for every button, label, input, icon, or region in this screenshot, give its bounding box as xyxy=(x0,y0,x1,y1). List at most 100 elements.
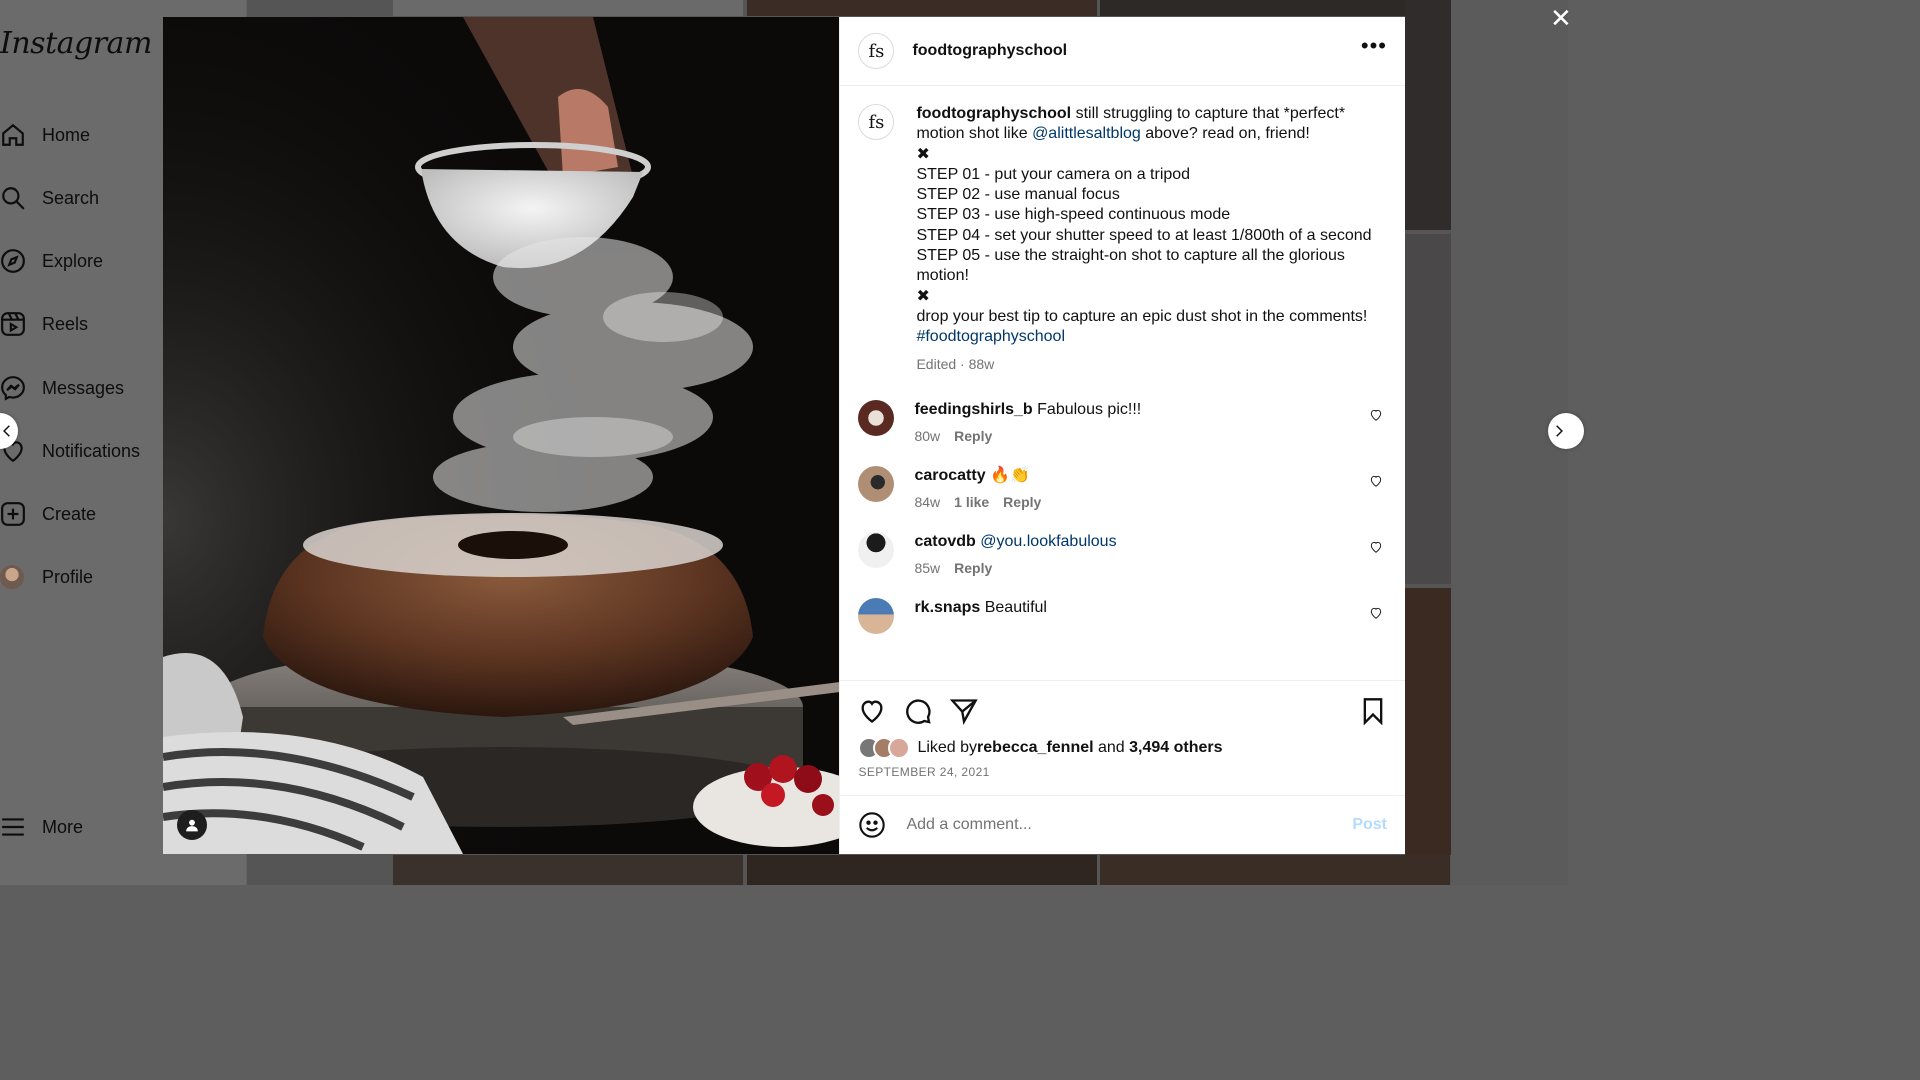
nav-home[interactable]: Home xyxy=(0,115,90,155)
chevron-left-icon xyxy=(0,424,14,438)
background-tile xyxy=(1405,234,1451,584)
more-options-icon[interactable]: ••• xyxy=(1361,35,1387,61)
avatar-monogram: fs xyxy=(868,40,885,62)
background-tile xyxy=(1405,0,1451,230)
commenter-username[interactable]: rk.snaps xyxy=(914,599,980,616)
comment-text: Beautiful xyxy=(984,598,1047,616)
nav-profile[interactable]: Profile xyxy=(0,557,93,597)
nav-label: Profile xyxy=(42,566,94,587)
liked-by-mid: and xyxy=(1093,739,1130,756)
comment-bubble-icon[interactable] xyxy=(904,697,932,725)
nav-more[interactable]: More xyxy=(0,807,83,847)
share-paper-plane-icon[interactable] xyxy=(950,697,979,725)
commenter-avatar[interactable] xyxy=(858,597,895,634)
background-tile xyxy=(1100,0,1450,16)
nav-messages[interactable]: Messages xyxy=(0,368,124,408)
author-username[interactable]: foodtographyschool xyxy=(912,42,1067,60)
post-comment-button[interactable]: Post xyxy=(1352,816,1387,834)
mention-link[interactable]: @you.lookfabulous xyxy=(980,533,1116,550)
liked-by: Liked by rebecca_fennel and 3,494 others xyxy=(858,737,1387,759)
nav-label: Reels xyxy=(42,313,89,334)
comment: rk.snaps Beautiful xyxy=(858,597,1387,634)
liked-by-user[interactable]: rebecca_fennel xyxy=(977,739,1094,757)
comment: feedingshirls_b Fabulous pic!!! 80w Reply xyxy=(858,399,1387,446)
comment-likes[interactable]: 1 like xyxy=(954,494,989,510)
post-actions: Liked by rebecca_fennel and 3,494 others… xyxy=(840,680,1405,795)
post-date[interactable]: SEPTEMBER 24, 2021 xyxy=(858,765,1387,779)
home-icon xyxy=(0,120,30,150)
author-avatar[interactable]: fs xyxy=(858,33,895,69)
compass-icon xyxy=(0,246,30,276)
background-tile xyxy=(393,855,743,885)
comments-list: fs foodtographyschool still struggling t… xyxy=(840,86,1405,680)
bundt-cake-dusting-photo xyxy=(163,17,840,854)
comment-input[interactable] xyxy=(904,815,1353,835)
nav-notifications[interactable]: Notifications xyxy=(0,431,140,471)
commenter-username[interactable]: catovdb xyxy=(914,533,975,550)
commenter-username[interactable]: feedingshirls_b xyxy=(914,401,1032,418)
nav-label: Home xyxy=(42,124,91,145)
author-avatar[interactable]: fs xyxy=(858,104,895,140)
background-tile xyxy=(393,0,743,16)
comment-like-heart-icon[interactable] xyxy=(1369,540,1383,559)
chevron-right-icon xyxy=(1552,424,1566,438)
commenter-avatar[interactable] xyxy=(858,465,895,502)
nav-explore[interactable]: Explore xyxy=(0,241,103,281)
reels-icon xyxy=(0,309,30,339)
caption-step: STEP 05 - use the straight-on shot to ca… xyxy=(916,247,1345,285)
reply-button[interactable]: Reply xyxy=(954,428,992,444)
caption: fs foodtographyschool still struggling t… xyxy=(858,104,1387,374)
search-icon xyxy=(0,183,30,213)
commenter-avatar[interactable] xyxy=(858,531,895,568)
commenter-avatar[interactable] xyxy=(858,399,895,436)
caption-username[interactable]: foodtographyschool xyxy=(916,105,1071,122)
mention-link[interactable]: @alittlesaltblog xyxy=(1032,125,1141,142)
background-tile xyxy=(1405,588,1451,855)
like-heart-icon[interactable] xyxy=(858,697,886,725)
emoji-icon[interactable] xyxy=(858,811,886,839)
tagged-users-button[interactable] xyxy=(177,810,207,840)
background-tile xyxy=(747,0,1097,16)
caption-text: foodtographyschool still struggling to c… xyxy=(916,104,1387,374)
add-comment-bar: Post xyxy=(840,795,1405,854)
comment-like-heart-icon[interactable] xyxy=(1369,474,1383,493)
reply-button[interactable]: Reply xyxy=(1003,494,1041,510)
save-bookmark-icon[interactable] xyxy=(1359,697,1387,725)
messenger-icon xyxy=(0,373,30,403)
nav-label: More xyxy=(42,816,84,837)
comment-age: 85w xyxy=(914,559,941,576)
nav-label: Messages xyxy=(42,377,125,398)
plus-square-icon xyxy=(0,499,30,529)
caption-step: STEP 03 - use high-speed continuous mode xyxy=(916,206,1231,224)
comment-like-heart-icon[interactable] xyxy=(1369,408,1383,427)
comment-text: 🔥👏 xyxy=(990,466,1030,484)
background-tile xyxy=(1100,855,1450,885)
likes-count[interactable]: 3,494 others xyxy=(1129,739,1222,757)
instagram-logo[interactable]: Instagram xyxy=(0,26,152,61)
next-post-button[interactable] xyxy=(1548,413,1584,449)
liker-avatar xyxy=(888,737,911,759)
profile-avatar xyxy=(0,562,30,592)
liker-avatars xyxy=(858,737,911,759)
separator-icon: ✖ xyxy=(916,145,930,163)
post-details-panel: fs foodtographyschool ••• fs foodtograph… xyxy=(839,17,1405,854)
nav-create[interactable]: Create xyxy=(0,494,96,534)
post-modal: fs foodtographyschool ••• fs foodtograph… xyxy=(163,17,1405,854)
commenter-username[interactable]: carocatty xyxy=(914,467,985,484)
user-icon xyxy=(185,818,199,832)
post-header: fs foodtographyschool ••• xyxy=(840,17,1405,86)
comment-age: 80w xyxy=(914,427,941,444)
comment-age: 84w xyxy=(914,493,941,510)
reply-button[interactable]: Reply xyxy=(954,560,992,576)
background-tile xyxy=(747,855,1097,885)
close-icon[interactable]: ✕ xyxy=(1550,5,1574,31)
separator-icon: ✖ xyxy=(916,287,930,305)
comment-text: Fabulous pic!!! xyxy=(1037,400,1142,418)
caption-line: drop your best tip to capture an epic du… xyxy=(916,307,1368,325)
hashtag-link[interactable]: #foodtographyschool xyxy=(916,328,1065,345)
comment-like-heart-icon[interactable] xyxy=(1369,606,1383,625)
caption-closing: drop your best tip to capture an epic du… xyxy=(916,307,1387,348)
caption-meta: Edited · 88w xyxy=(916,355,995,372)
nav-search[interactable]: Search xyxy=(0,178,99,218)
nav-reels[interactable]: Reels xyxy=(0,304,88,344)
